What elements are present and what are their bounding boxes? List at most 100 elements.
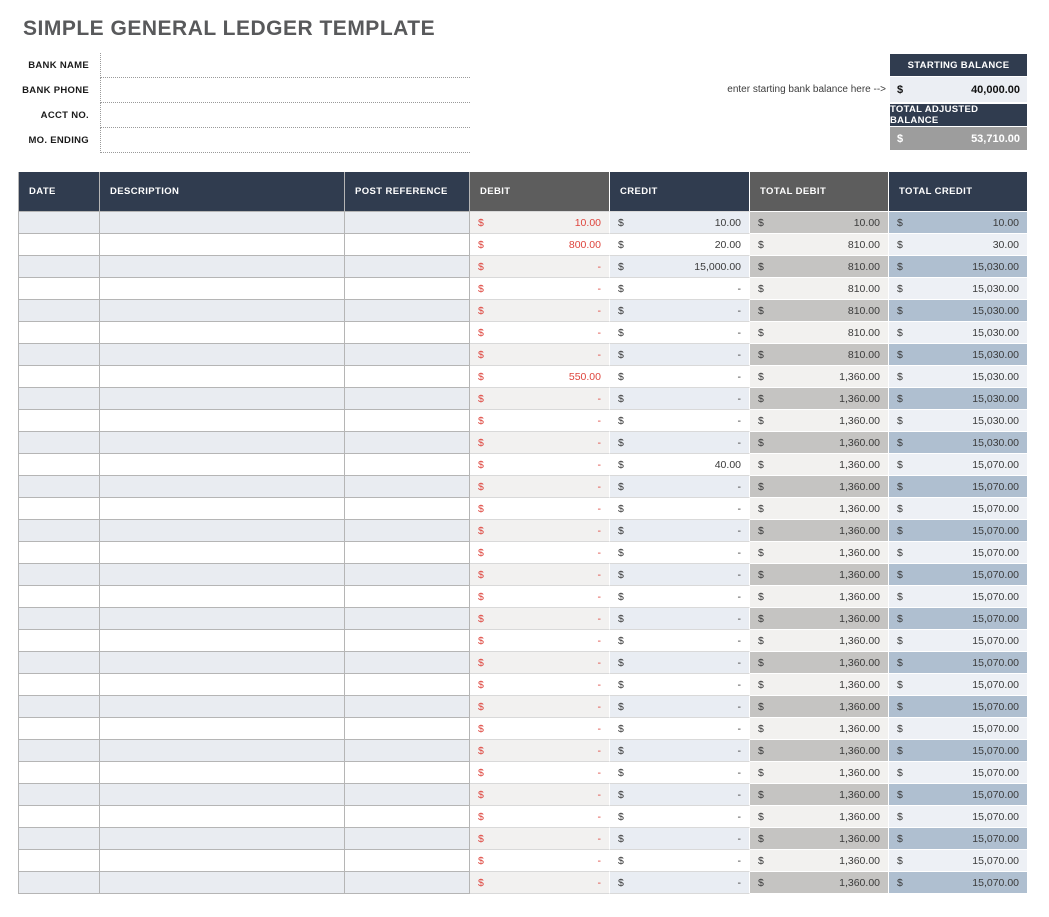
cell-total-debit[interactable]: $ 1,360.00 <box>750 520 889 542</box>
cell-description[interactable] <box>100 300 345 322</box>
cell-description[interactable] <box>100 586 345 608</box>
cell-credit[interactable]: $ - <box>610 762 750 784</box>
cell-date[interactable] <box>18 520 100 542</box>
cell-post-reference[interactable] <box>345 630 470 652</box>
cell-post-reference[interactable] <box>345 432 470 454</box>
cell-date[interactable] <box>18 322 100 344</box>
cell-total-credit[interactable]: $ 15,030.00 <box>889 410 1027 432</box>
cell-post-reference[interactable] <box>345 872 470 894</box>
cell-debit[interactable]: $ - <box>470 674 610 696</box>
cell-date[interactable] <box>18 674 100 696</box>
cell-description[interactable] <box>100 828 345 850</box>
cell-date[interactable] <box>18 476 100 498</box>
cell-credit[interactable]: $ - <box>610 322 750 344</box>
cell-debit[interactable]: $ - <box>470 322 610 344</box>
cell-post-reference[interactable] <box>345 344 470 366</box>
cell-total-debit[interactable]: $ 1,360.00 <box>750 476 889 498</box>
cell-total-debit[interactable]: $ 810.00 <box>750 300 889 322</box>
cell-total-debit[interactable]: $ 1,360.00 <box>750 432 889 454</box>
cell-credit[interactable]: $ - <box>610 828 750 850</box>
cell-post-reference[interactable] <box>345 454 470 476</box>
cell-description[interactable] <box>100 608 345 630</box>
cell-debit[interactable]: $ - <box>470 850 610 872</box>
cell-debit[interactable]: $ - <box>470 762 610 784</box>
cell-total-credit[interactable]: $ 15,070.00 <box>889 608 1027 630</box>
cell-post-reference[interactable] <box>345 806 470 828</box>
cell-total-credit[interactable]: $ 15,030.00 <box>889 388 1027 410</box>
cell-credit[interactable]: $ 20.00 <box>610 234 750 256</box>
bank-phone-field[interactable] <box>100 78 470 103</box>
cell-debit[interactable]: $ - <box>470 278 610 300</box>
cell-date[interactable] <box>18 586 100 608</box>
cell-credit[interactable]: $ - <box>610 696 750 718</box>
cell-date[interactable] <box>18 784 100 806</box>
cell-debit[interactable]: $ 10.00 <box>470 212 610 234</box>
cell-credit[interactable]: $ - <box>610 520 750 542</box>
cell-total-debit[interactable]: $ 1,360.00 <box>750 630 889 652</box>
cell-post-reference[interactable] <box>345 740 470 762</box>
cell-post-reference[interactable] <box>345 652 470 674</box>
cell-credit[interactable]: $ 40.00 <box>610 454 750 476</box>
cell-description[interactable] <box>100 872 345 894</box>
cell-description[interactable] <box>100 234 345 256</box>
cell-post-reference[interactable] <box>345 366 470 388</box>
cell-total-debit[interactable]: $ 1,360.00 <box>750 762 889 784</box>
cell-debit[interactable]: $ - <box>470 630 610 652</box>
cell-total-credit[interactable]: $ 15,070.00 <box>889 542 1027 564</box>
cell-post-reference[interactable] <box>345 234 470 256</box>
cell-date[interactable] <box>18 300 100 322</box>
cell-description[interactable] <box>100 476 345 498</box>
cell-credit[interactable]: $ - <box>610 476 750 498</box>
cell-date[interactable] <box>18 366 100 388</box>
cell-date[interactable] <box>18 828 100 850</box>
cell-post-reference[interactable] <box>345 784 470 806</box>
cell-credit[interactable]: $ - <box>610 872 750 894</box>
cell-credit[interactable]: $ - <box>610 850 750 872</box>
cell-description[interactable] <box>100 806 345 828</box>
cell-post-reference[interactable] <box>345 410 470 432</box>
cell-credit[interactable]: $ - <box>610 410 750 432</box>
cell-total-credit[interactable]: $ 15,070.00 <box>889 806 1027 828</box>
cell-credit[interactable]: $ - <box>610 740 750 762</box>
cell-debit[interactable]: $ - <box>470 454 610 476</box>
mo-ending-field[interactable] <box>100 128 470 153</box>
cell-credit[interactable]: $ - <box>610 542 750 564</box>
cell-description[interactable] <box>100 498 345 520</box>
cell-description[interactable] <box>100 256 345 278</box>
cell-date[interactable] <box>18 652 100 674</box>
cell-total-credit[interactable]: $ 15,070.00 <box>889 630 1027 652</box>
cell-description[interactable] <box>100 674 345 696</box>
cell-total-debit[interactable]: $ 1,360.00 <box>750 872 889 894</box>
cell-description[interactable] <box>100 784 345 806</box>
cell-debit[interactable]: $ - <box>470 784 610 806</box>
cell-debit[interactable]: $ 550.00 <box>470 366 610 388</box>
cell-date[interactable] <box>18 806 100 828</box>
cell-debit[interactable]: $ - <box>470 498 610 520</box>
cell-credit[interactable]: $ - <box>610 344 750 366</box>
cell-debit[interactable]: $ - <box>470 344 610 366</box>
cell-post-reference[interactable] <box>345 212 470 234</box>
cell-debit[interactable]: $ - <box>470 564 610 586</box>
cell-credit[interactable]: $ - <box>610 630 750 652</box>
cell-debit[interactable]: $ - <box>470 520 610 542</box>
cell-total-credit[interactable]: $ 15,030.00 <box>889 300 1027 322</box>
cell-post-reference[interactable] <box>345 278 470 300</box>
cell-date[interactable] <box>18 432 100 454</box>
cell-total-debit[interactable]: $ 1,360.00 <box>750 410 889 432</box>
cell-post-reference[interactable] <box>345 388 470 410</box>
acct-no-field[interactable] <box>100 103 470 128</box>
cell-total-debit[interactable]: $ 10.00 <box>750 212 889 234</box>
cell-post-reference[interactable] <box>345 718 470 740</box>
cell-total-credit[interactable]: $ 15,070.00 <box>889 762 1027 784</box>
cell-credit[interactable]: $ - <box>610 278 750 300</box>
cell-debit[interactable]: $ - <box>470 696 610 718</box>
cell-description[interactable] <box>100 542 345 564</box>
cell-total-debit[interactable]: $ 1,360.00 <box>750 454 889 476</box>
cell-debit[interactable]: $ 800.00 <box>470 234 610 256</box>
cell-credit[interactable]: $ - <box>610 674 750 696</box>
cell-post-reference[interactable] <box>345 542 470 564</box>
cell-debit[interactable]: $ - <box>470 608 610 630</box>
cell-total-debit[interactable]: $ 810.00 <box>750 234 889 256</box>
cell-description[interactable] <box>100 718 345 740</box>
cell-debit[interactable]: $ - <box>470 476 610 498</box>
